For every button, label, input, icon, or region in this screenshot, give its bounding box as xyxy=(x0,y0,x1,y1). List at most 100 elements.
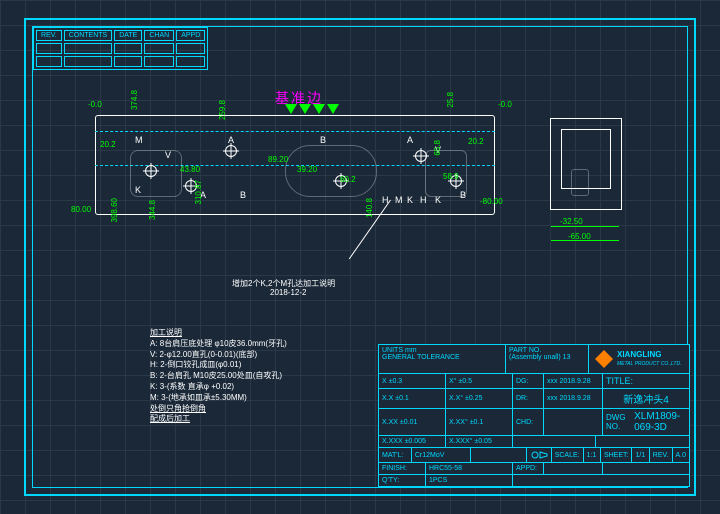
tb-dg: DG: xyxy=(513,374,544,388)
dim: 259.8 xyxy=(218,100,227,120)
tb-x4: X.X° ±0.25 xyxy=(446,389,513,408)
rev-h3: DATE xyxy=(114,30,142,41)
tb-title: TITLE: xyxy=(606,376,633,386)
dash-line xyxy=(95,131,495,132)
dim: -32.50 xyxy=(560,217,583,226)
tb-partv: (Assembly unall) 13 xyxy=(509,354,570,361)
tb-x1: X ±0.3 xyxy=(379,374,446,388)
label-h: H xyxy=(420,195,427,205)
note-line: V: 2-φ12.00直孔(0-0.01)(底部) xyxy=(150,350,257,359)
projection-icon xyxy=(530,450,548,460)
tb-dwg: DWG NO. xyxy=(606,413,630,431)
label-k: K xyxy=(135,185,141,195)
dim: 310.87 xyxy=(194,180,203,204)
tb-appd: APPD: xyxy=(513,463,544,474)
dim-line xyxy=(551,226,619,227)
triangle-icon xyxy=(299,104,311,114)
rev-h4: CHAN xyxy=(144,30,174,41)
title-block: UNITS mm GENERAL TOLERANCE PART NO. (Ass… xyxy=(378,344,690,487)
note-line: A: 8台肩压底处理 φ10皮36.0mm(牙孔) xyxy=(150,339,287,348)
note-line: H: 2-倒口铰孔成皿(φ0.01) xyxy=(150,360,241,369)
dim: 25.8 xyxy=(446,92,455,108)
tb-dwgv: XLM1809-069-3D xyxy=(634,411,686,433)
note-line: 配成后加工 xyxy=(150,414,190,423)
callout-l2: 2018-12-2 xyxy=(270,288,306,297)
note-line: B: 2-台肩孔 M10皮25.00处皿(自攻孔) xyxy=(150,371,282,380)
tb-part: PART NO. xyxy=(509,347,541,354)
dim: 89.20 xyxy=(268,155,288,164)
tb-dr: DR: xyxy=(513,389,544,408)
logo-icon xyxy=(595,350,613,368)
tb-matl: MAT'L: xyxy=(379,448,412,462)
tb-revv: A.0 xyxy=(673,448,690,462)
side-view xyxy=(550,118,622,210)
tb-sheet: SHEET: xyxy=(601,448,633,462)
rev-h1: REV. xyxy=(36,30,62,41)
label-a: A xyxy=(407,135,413,145)
dim: 65.8 xyxy=(433,140,442,156)
label-m: M xyxy=(395,195,403,205)
triangle-icon xyxy=(327,104,339,114)
label-m: M xyxy=(135,135,143,145)
tb-qtyv: 1PCS xyxy=(426,475,513,486)
triangle-icon xyxy=(285,104,297,114)
machining-notes: 加工说明 A: 8台肩压底处理 φ10皮36.0mm(牙孔) V: 2-φ12.… xyxy=(150,328,287,425)
datum-triangles xyxy=(285,104,339,114)
tb-sheetv: 1/1 xyxy=(632,448,649,462)
label-k: K xyxy=(435,195,441,205)
tb-x8: X.XXX° ±0.05 xyxy=(446,436,513,447)
tb-qty: Q'TY: xyxy=(379,475,426,486)
dim: -0.0 xyxy=(498,100,512,109)
dim: 39.20 xyxy=(297,165,317,174)
tb-x7: X.XXX ±0.005 xyxy=(379,436,446,447)
dim: 58.9 xyxy=(443,172,459,181)
dim: 20.2 xyxy=(100,140,116,149)
tb-x3: X.X ±0.1 xyxy=(379,389,446,408)
label-a: A xyxy=(228,135,234,145)
dim: 140.8 xyxy=(365,198,374,218)
tb-scalev: 1:1 xyxy=(584,448,601,462)
company-sub: METAL PRODUCT CO.,LTD. xyxy=(617,361,681,367)
tb-matv: Cr12MoV xyxy=(412,448,471,462)
notes-title: 加工说明 xyxy=(150,328,182,337)
rev-h2: CONTENTS xyxy=(64,30,113,41)
hole-marker xyxy=(415,150,427,162)
dim: 374.8 xyxy=(130,90,139,110)
label-b: B xyxy=(320,135,326,145)
tb-dgv: xxx 2018.9.28 xyxy=(544,374,603,388)
dim: -0.0 xyxy=(88,100,102,109)
label-k: K xyxy=(407,195,413,205)
dim: -80.00 xyxy=(480,197,503,206)
tb-titlev: 新逸冲头4 xyxy=(603,389,689,408)
tb-gentol: GENERAL TOLERANCE xyxy=(382,354,460,361)
triangle-icon xyxy=(313,104,325,114)
dim-line xyxy=(551,240,619,241)
dim: 80.00 xyxy=(71,205,91,214)
tb-x2: X° ±0.5 xyxy=(446,374,513,388)
tb-finv: HRC55-58 xyxy=(426,463,513,474)
tb-drv: xxx 2018.9.28 xyxy=(544,389,603,408)
note-line: 处倒只角抢倒角 xyxy=(150,404,206,413)
dim: 43.80 xyxy=(180,165,200,174)
rev-h5: APPD xyxy=(176,30,205,41)
tb-rev: REV. xyxy=(650,448,673,462)
label-b: B xyxy=(240,190,246,200)
tb-scale: SCALE: xyxy=(552,448,584,462)
tb-units: UNITS mm xyxy=(382,347,417,354)
label-b: B xyxy=(460,190,466,200)
cad-canvas: REV.CONTENTSDATECHANAPPD 基准边 M K V A A B… xyxy=(0,0,720,514)
dim: 20.2 xyxy=(468,137,484,146)
label-v: V xyxy=(165,150,171,160)
tb-fin: FINISH: xyxy=(379,463,426,474)
revision-table: REV.CONTENTSDATECHANAPPD xyxy=(33,27,208,70)
tb-x6: X.XX° ±0.1 xyxy=(446,409,513,435)
hole-marker xyxy=(225,145,237,157)
dim: 344.8 xyxy=(148,200,157,220)
note-line: K: 3-(系数 直承φ +0.02) xyxy=(150,382,234,391)
company: XIANGLING xyxy=(617,350,661,359)
hole-marker xyxy=(145,165,157,177)
dim: 60.2 xyxy=(340,175,356,184)
tb-chd: CHD: xyxy=(513,409,544,435)
ghost-shape xyxy=(571,169,589,196)
company-logo: XIANGLING METAL PRODUCT CO.,LTD. xyxy=(592,347,684,371)
